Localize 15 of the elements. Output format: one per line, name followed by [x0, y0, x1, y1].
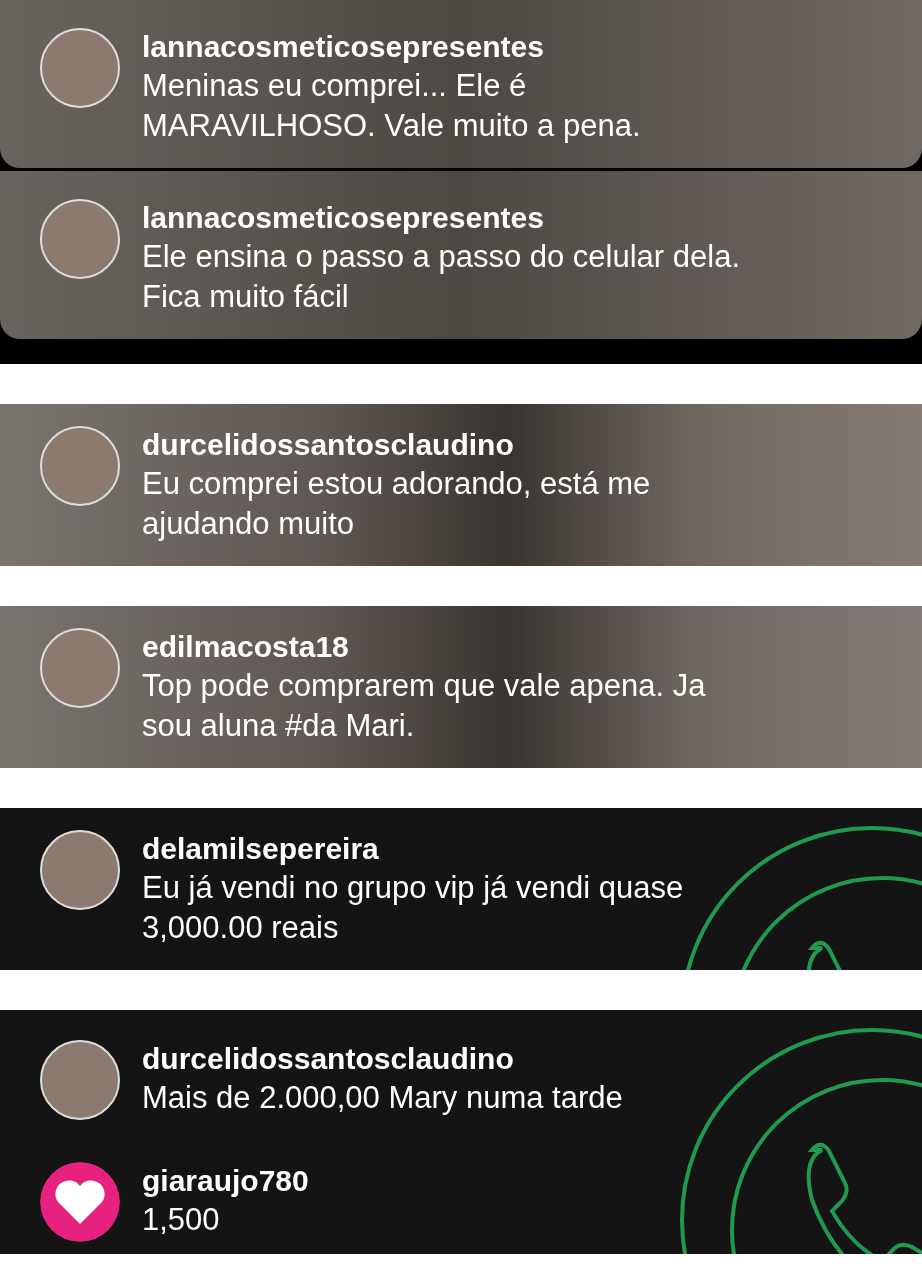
comment-text: Mais de 2.000,00 Mary numa tarde	[142, 1079, 623, 1117]
heart-avatar-icon	[40, 1162, 120, 1242]
comment-text: 1,500	[142, 1201, 221, 1239]
username: durcelidossantosclaudino	[142, 427, 515, 463]
username: lannacosmeticosepresentes	[142, 200, 545, 236]
username: giaraujo780	[142, 1163, 309, 1199]
comment-text: Meninas eu comprei... Ele é MARAVILHOSO. Vale muito a pena.	[142, 67, 642, 145]
comment-text: Top pode comprarem que vale apena. Ja sou aluna #da Mari.	[142, 667, 707, 745]
comment-text: Ele ensina o passo a passo do celular dela. Fica muito fácil	[142, 238, 741, 316]
username: edilmacosta18	[142, 629, 350, 665]
comment-text: Eu já vendi no grupo vip já vendi quase 3,000.00 reais	[142, 869, 685, 947]
username: durcelidossantosclaudino	[142, 1041, 515, 1077]
username: delamilsepereira	[142, 831, 380, 867]
username: lannacosmeticosepresentes	[142, 29, 545, 65]
comment-text: Eu comprei estou adorando, está me ajudando muito	[142, 465, 652, 543]
